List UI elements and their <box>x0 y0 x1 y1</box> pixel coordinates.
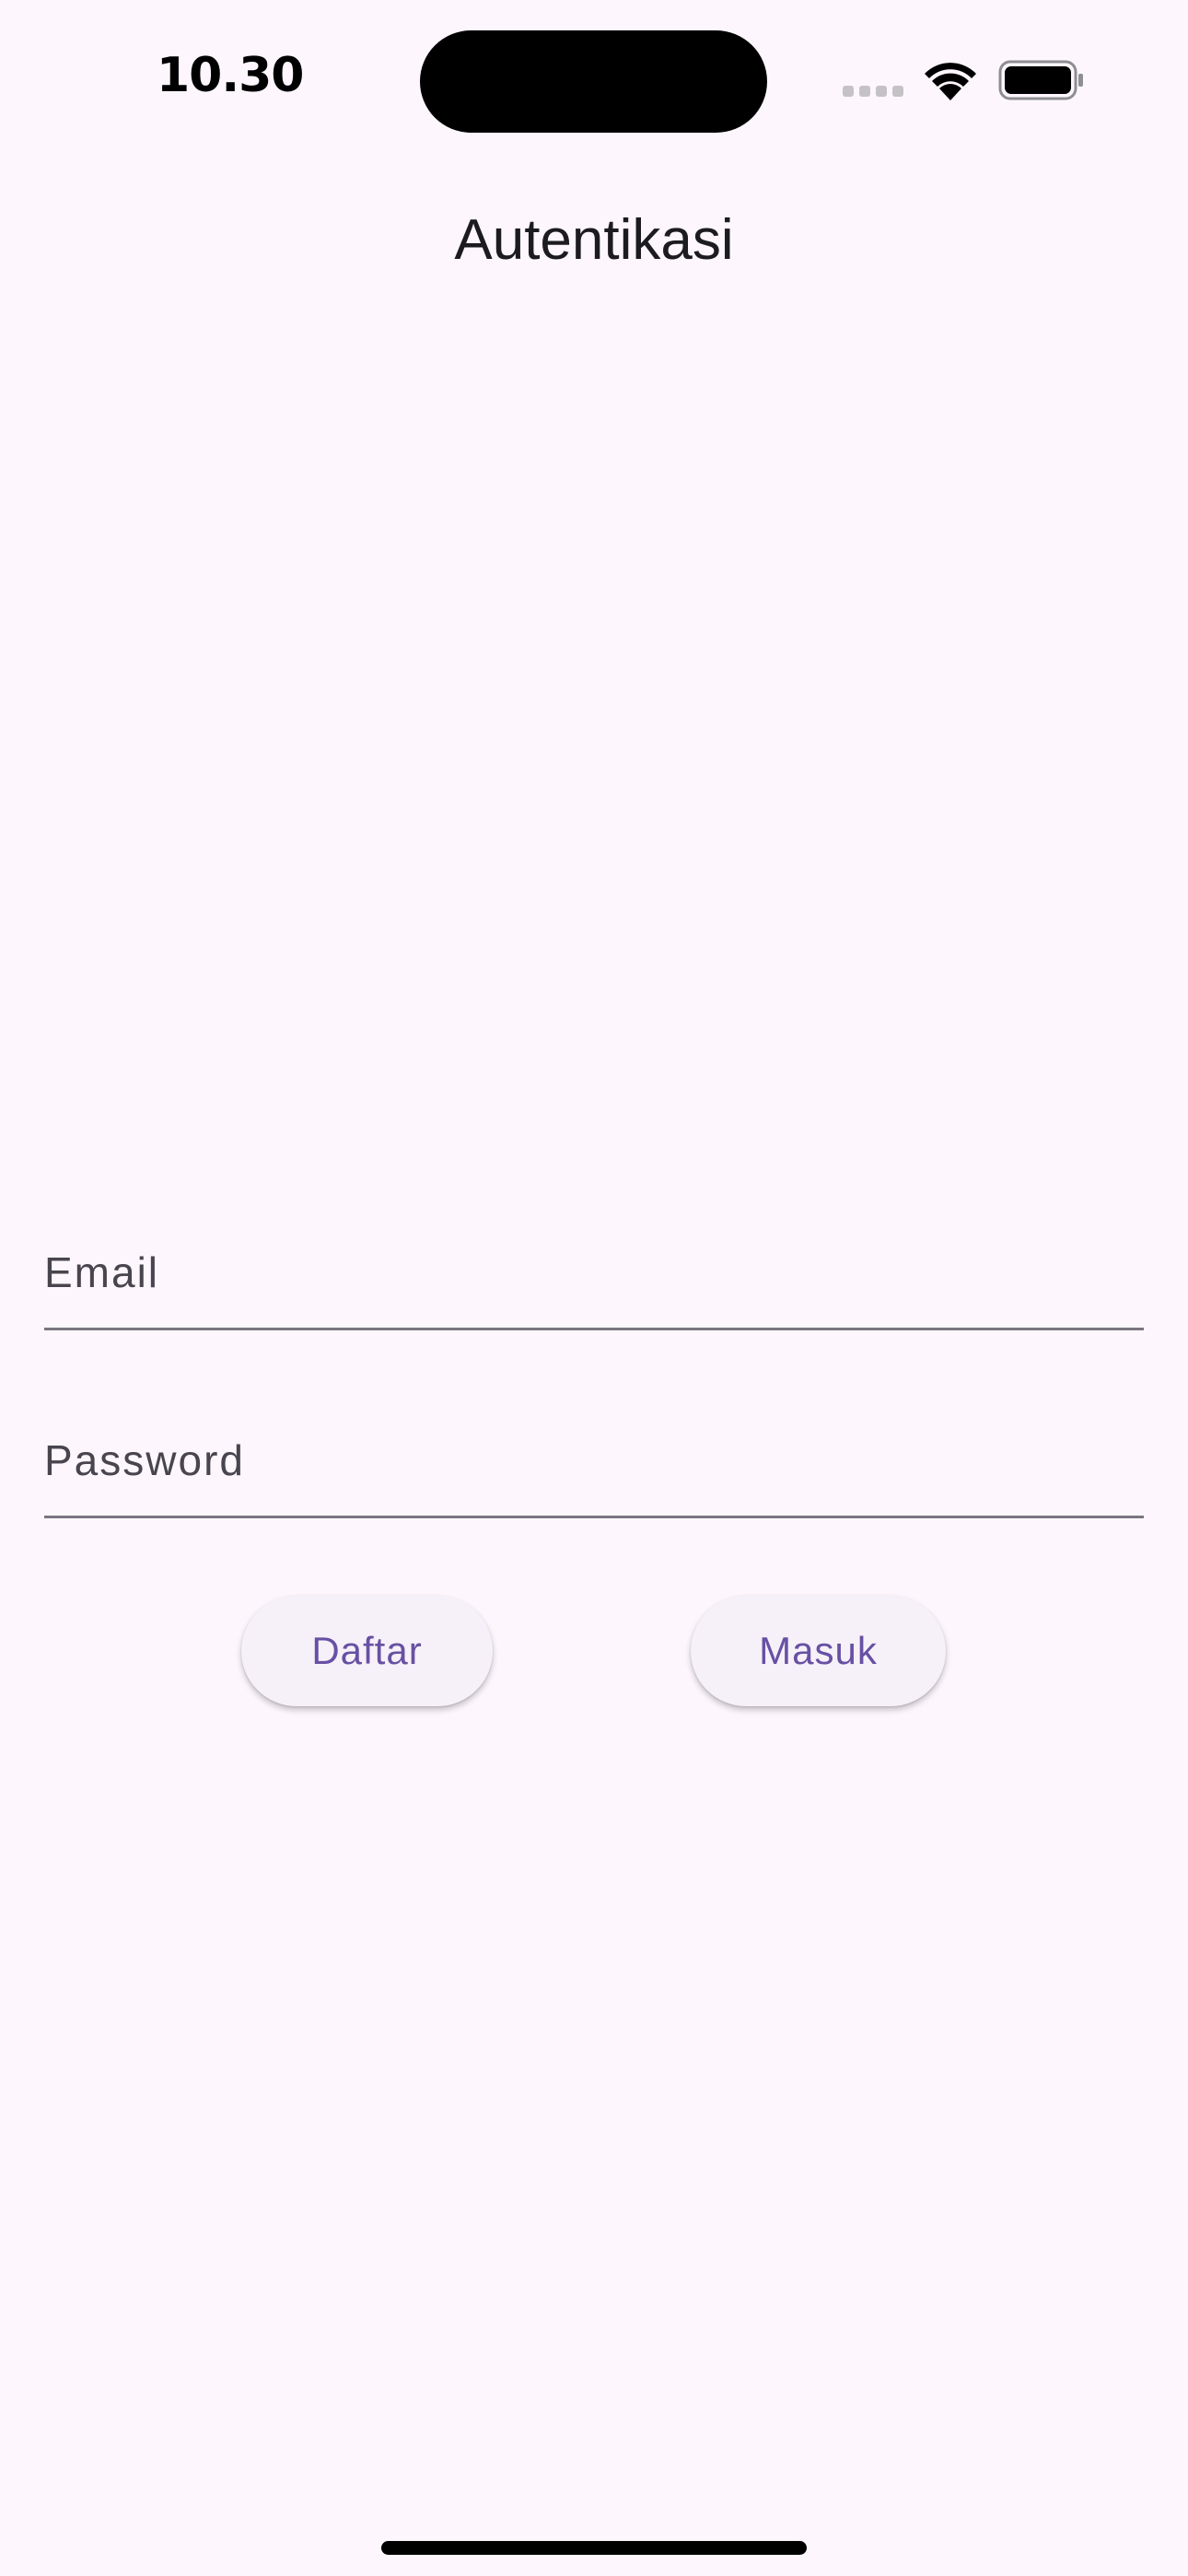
status-time: 10.30 <box>157 48 304 103</box>
dynamic-island <box>420 30 767 133</box>
register-button[interactable]: Daftar <box>241 1596 493 1706</box>
page-title: Autentikasi <box>454 208 734 272</box>
password-input[interactable] <box>44 1433 1144 1488</box>
email-field[interactable] <box>44 1192 1144 1330</box>
email-input[interactable] <box>44 1245 1144 1300</box>
login-button[interactable]: Masuk <box>691 1596 946 1706</box>
wifi-icon <box>925 63 976 100</box>
home-indicator[interactable] <box>381 2541 807 2555</box>
battery-icon <box>998 60 1083 100</box>
cellular-signal-icon <box>843 86 903 97</box>
password-field[interactable] <box>44 1380 1144 1518</box>
